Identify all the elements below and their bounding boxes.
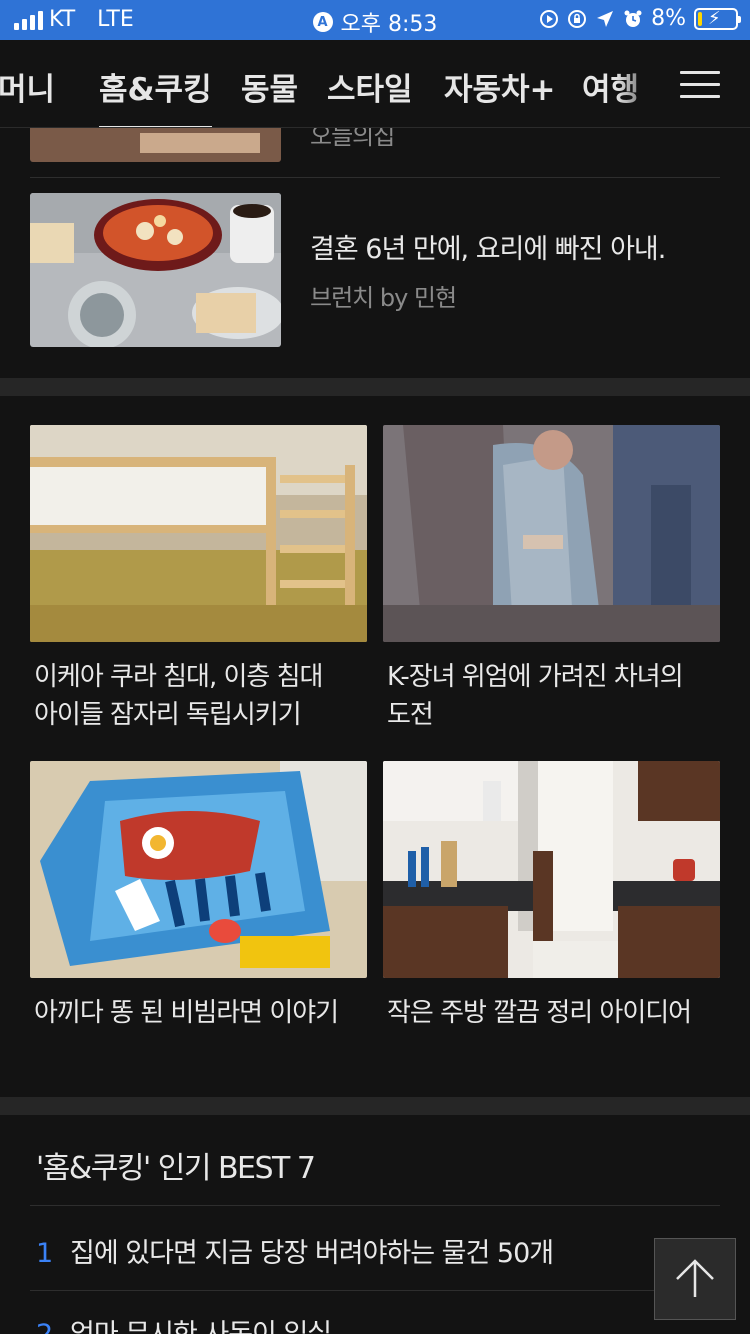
grid-card[interactable]: 작은 주방 깔끔 정리 아이디어 <box>383 761 720 1032</box>
grid-card[interactable]: 이케아 쿠라 침대, 이층 침대 아이들 잠자리 독립시키기 <box>30 425 367 734</box>
status-time: 오후 8:53 <box>340 12 438 37</box>
hamburger-icon[interactable] <box>650 40 750 127</box>
navigation-indicator-icon: A <box>312 12 333 32</box>
rotation-lock-icon <box>567 9 587 29</box>
alarm-icon <box>623 9 643 29</box>
popular-divider <box>30 1290 720 1291</box>
card-image[interactable] <box>30 761 367 978</box>
battery-percent: 8% <box>651 6 686 31</box>
article-thumbnail[interactable] <box>30 193 281 347</box>
popular-rank: 1 <box>36 1238 53 1269</box>
battery-icon: ⚡ <box>694 7 741 30</box>
article-thumbnail[interactable] <box>30 128 281 162</box>
popular-heading: '홈&쿠킹' 인기 BEST 7 <box>36 1151 316 1186</box>
card-title[interactable]: K-장녀 위엄에 가려진 차녀의 도전 <box>383 658 720 734</box>
tab-style[interactable]: 스타일 <box>327 64 413 109</box>
popular-rank: 2 <box>36 1319 70 1334</box>
card-image[interactable] <box>30 425 367 642</box>
charging-bolt-icon: ⚡ <box>708 7 721 29</box>
grid-card[interactable]: K-장녀 위엄에 가려진 차녀의 도전 <box>383 425 720 734</box>
popular-title[interactable]: 집에 있다면 지금 당장 버려야하는 물건 50개 <box>70 1238 554 1269</box>
popular-item[interactable]: 1 집에 있다면 지금 당장 버려야하는 물건 50개 <box>36 1231 554 1270</box>
popular-title[interactable]: 엄마 무시한 사돈이 입실 <box>70 1319 332 1334</box>
section-divider <box>0 1097 750 1115</box>
card-image[interactable] <box>383 425 720 642</box>
tab-animals[interactable]: 동물 <box>241 64 298 109</box>
section-divider <box>0 378 750 396</box>
popular-divider <box>30 1205 720 1206</box>
tab-home-cooking[interactable]: 홈&쿠킹 <box>99 64 212 127</box>
scroll-top-button[interactable] <box>654 1238 736 1320</box>
grid-card[interactable]: 아끼다 똥 된 비빔라면 이야기 <box>30 761 367 1032</box>
status-right: 8% ⚡ <box>539 6 741 31</box>
article-source: 오늘의집 <box>310 128 395 150</box>
category-nav: 머니 홈&쿠킹 동물 스타일 자동차+ 여행 <box>0 40 750 128</box>
card-title[interactable]: 작은 주방 깔끔 정리 아이디어 <box>383 994 720 1032</box>
tab-money[interactable]: 머니 <box>0 64 55 109</box>
play-circle-icon <box>539 9 559 29</box>
article-list: 오늘의집 결혼 6년 만에, 요리에 빠진 아내. 브런치 by 민현 <box>0 128 750 378</box>
status-bar: KT LTE A 오후 8:53 8% ⚡ <box>0 0 750 40</box>
article-title[interactable]: 결혼 6년 만에, 요리에 빠진 아내. <box>310 227 666 266</box>
card-title[interactable]: 이케아 쿠라 침대, 이층 침대 아이들 잠자리 독립시키기 <box>30 658 367 734</box>
list-divider <box>30 177 720 178</box>
popular-item[interactable]: 2엄마 무시한 사돈이 입실 <box>36 1312 332 1334</box>
card-image[interactable] <box>383 761 720 978</box>
article-source: 브런치 by 민현 <box>310 284 457 312</box>
card-title[interactable]: 아끼다 똥 된 비빔라면 이야기 <box>30 994 367 1032</box>
tab-car[interactable]: 자동차+ <box>444 64 556 109</box>
arrow-up-icon <box>676 1259 714 1297</box>
battery-level <box>698 11 703 26</box>
location-arrow-icon <box>595 9 615 29</box>
